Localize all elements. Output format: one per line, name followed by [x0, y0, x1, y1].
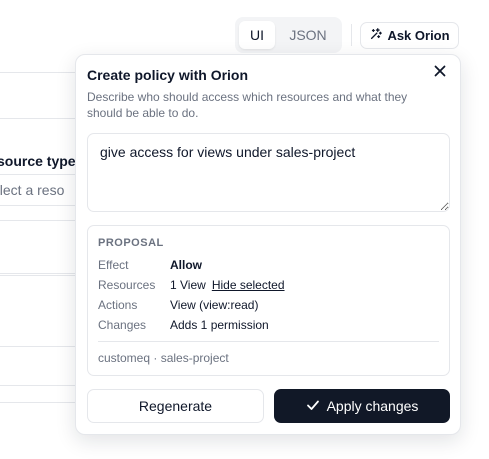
background-divider — [0, 402, 84, 403]
close-icon — [434, 64, 446, 82]
regenerate-label: Regenerate — [138, 398, 213, 414]
proposal-value: 1 View — [170, 278, 206, 292]
hide-selected-link[interactable]: Hide selected — [212, 278, 285, 292]
background-divider — [0, 118, 84, 119]
proposal-scope: customeq · sales-project — [98, 351, 229, 365]
tab-json[interactable]: JSON — [279, 21, 337, 49]
background-card — [0, 346, 85, 386]
proposal-heading: PROPOSAL — [98, 237, 164, 249]
background-divider — [0, 275, 84, 276]
proposal-key: Effect — [98, 258, 129, 272]
proposal-row-effect: Effect Allow — [98, 258, 202, 272]
close-button[interactable] — [432, 65, 448, 81]
regenerate-button[interactable]: Regenerate — [87, 389, 264, 423]
proposal-row-resources: Resources 1 View Hide selected — [98, 278, 285, 292]
proposal-card: PROPOSAL Effect Allow Resources 1 View H… — [87, 225, 450, 376]
view-mode-toggle: UI JSON — [235, 17, 342, 53]
resource-type-label: source type — [0, 153, 76, 169]
popover-title: Create policy with Orion — [87, 67, 249, 83]
resource-type-select[interactable]: elect a reso — [0, 174, 87, 206]
proposal-value: View (view:read) — [170, 298, 259, 312]
background-card — [0, 220, 85, 274]
create-policy-popover: Create policy with Orion Describe who sh… — [75, 54, 461, 435]
proposal-value: Adds 1 permission — [170, 318, 269, 332]
apply-changes-label: Apply changes — [326, 398, 419, 414]
sparkles-icon — [369, 27, 383, 44]
ask-orion-button[interactable]: Ask Orion — [360, 22, 459, 49]
proposal-key: Resources — [98, 278, 156, 292]
tab-ui[interactable]: UI — [239, 21, 275, 49]
ask-orion-label: Ask Orion — [387, 28, 450, 43]
proposal-key: Actions — [98, 298, 138, 312]
proposal-row-actions: Actions View (view:read) — [98, 298, 258, 312]
toolbar-divider — [351, 24, 352, 46]
policy-prompt-input[interactable] — [87, 133, 450, 212]
proposal-row-changes: Changes Adds 1 permission — [98, 318, 269, 332]
popover-description: Describe who should access which resourc… — [87, 90, 408, 120]
proposal-value: Allow — [170, 258, 202, 272]
resource-type-select-placeholder: elect a reso — [0, 182, 65, 198]
check-icon — [306, 398, 320, 415]
proposal-key: Changes — [98, 318, 147, 332]
proposal-divider — [98, 341, 439, 342]
apply-changes-button[interactable]: Apply changes — [274, 389, 450, 423]
